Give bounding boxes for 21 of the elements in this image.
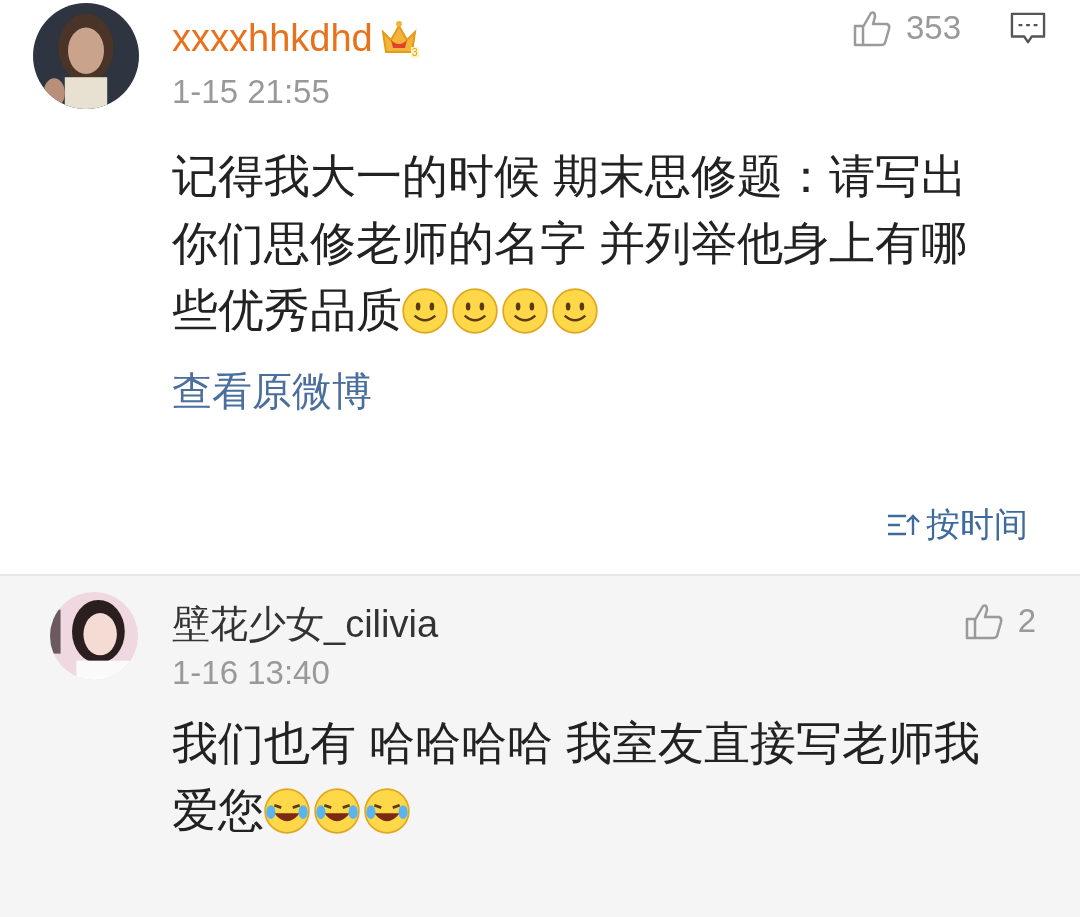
timestamp: 1-15 21:55 <box>172 73 331 111</box>
sort-icon[interactable] <box>886 513 920 537</box>
comment-icon[interactable] <box>1009 11 1047 45</box>
post-text: 记得我大一的时候 期末思修题：请写出你们思修老师的名字 并列举他身上有哪些优秀品质 <box>172 149 968 338</box>
comment-text: 我们也有 哈哈哈哈 我室友直接写老师我爱您 <box>172 716 981 838</box>
timestamp: 1-16 13:40 <box>172 654 331 692</box>
like-count: 2 <box>1017 602 1036 640</box>
laughing-tears-emoji-icon <box>314 788 360 834</box>
laughing-tears-emoji-icon <box>364 788 410 834</box>
like-count: 353 <box>905 9 961 47</box>
smiley-emoji-icon <box>552 288 598 334</box>
smiley-emoji-icon <box>502 288 548 334</box>
thumbs-up-icon[interactable] <box>963 602 1004 640</box>
sort-by-time-button[interactable]: 按时间 <box>886 502 1028 548</box>
smiley-emoji-icon <box>452 288 498 334</box>
username[interactable]: 壁花少女_cilivia <box>172 598 439 650</box>
view-original-link[interactable]: 查看原微博 <box>172 364 372 419</box>
smiley-emoji-icon <box>402 288 448 334</box>
thumbs-up-icon[interactable] <box>851 9 892 47</box>
laughing-tears-emoji-icon <box>264 788 310 834</box>
username[interactable]: xxxxhhkdhd <box>172 16 373 60</box>
